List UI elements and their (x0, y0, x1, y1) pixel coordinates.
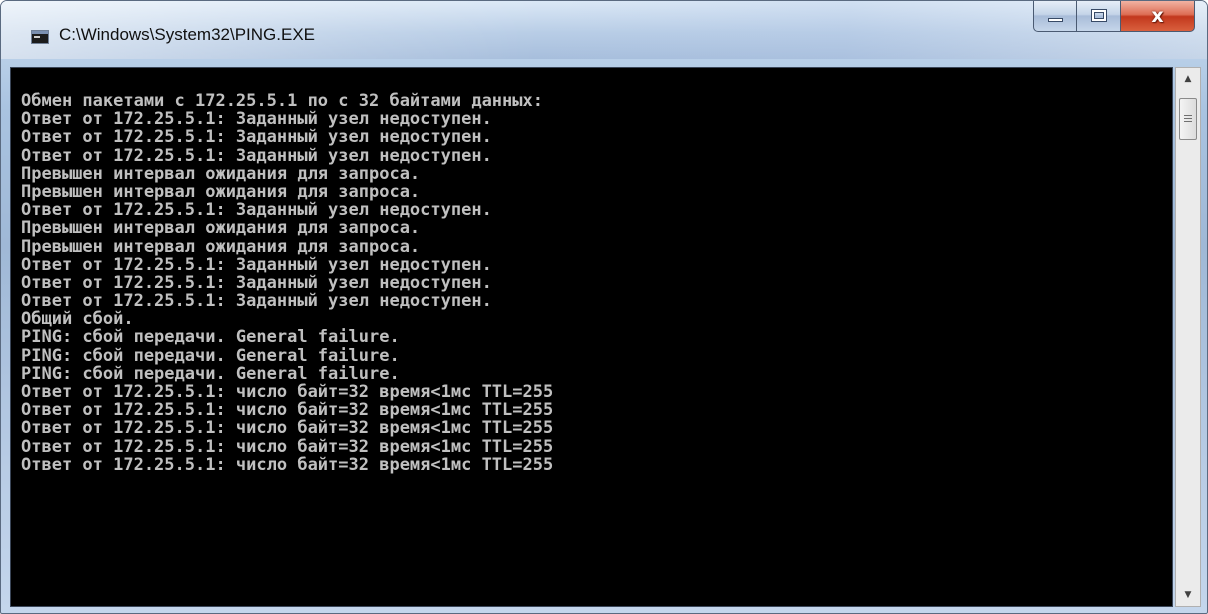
close-button[interactable]: x (1121, 1, 1195, 32)
vertical-scrollbar[interactable]: ▲ ▼ (1175, 67, 1201, 607)
console-line: Ответ от 172.25.5.1: число байт=32 время… (21, 382, 554, 402)
minimize-icon (1048, 18, 1063, 22)
console-line: Ответ от 172.25.5.1: число байт=32 время… (21, 400, 554, 421)
console-line: Ответ от 172.25.5.1: Заданный узел недос… (21, 291, 492, 312)
console-line: Ответ от 172.25.5.1: число байт=32 время… (21, 454, 554, 475)
console-line: Ответ от 172.25.5.1: Заданный узел недос… (21, 145, 492, 166)
title-bar[interactable]: C:\Windows\System32\PING.EXE x (1, 1, 1207, 59)
console-line: Обмен пакетами с 172.25.5.1 по с 32 байт… (21, 91, 543, 111)
console-line: Ответ от 172.25.5.1: Заданный узел недос… (21, 127, 492, 148)
console-window: C:\Windows\System32\PING.EXE x Обмен пак… (0, 0, 1208, 614)
thumb-grip-line (1184, 118, 1192, 119)
console-line: PING: сбой передачи. General failure. (21, 327, 400, 348)
console-line: PING: сбой передачи. General failure. (21, 363, 400, 384)
maximize-icon (1091, 9, 1107, 22)
close-icon: x (1151, 5, 1164, 27)
console-app-icon[interactable] (31, 30, 49, 44)
console-line: Превышен интервал ожидания для запроса. (21, 163, 421, 184)
console-line: Общий сбой. (21, 309, 134, 330)
console-line: Ответ от 172.25.5.1: Заданный узел недос… (21, 272, 492, 293)
console-line: Превышен интервал ожидания для запроса. (21, 236, 421, 257)
console-line: Ответ от 172.25.5.1: Заданный узел недос… (21, 109, 492, 130)
console-line: Ответ от 172.25.5.1: Заданный узел недос… (21, 254, 492, 275)
scroll-down-arrow-icon[interactable]: ▼ (1176, 584, 1200, 606)
console-line: PING: сбой передачи. General failure. (21, 345, 400, 366)
console-output[interactable]: Обмен пакетами с 172.25.5.1 по с 32 байт… (10, 67, 1173, 607)
console-line: Превышен интервал ожидания для запроса. (21, 181, 421, 202)
console-line: Ответ от 172.25.5.1: число байт=32 время… (21, 436, 554, 457)
scroll-up-arrow-icon[interactable]: ▲ (1176, 68, 1200, 90)
window-title: C:\Windows\System32\PING.EXE (59, 25, 316, 44)
maximize-button[interactable] (1077, 1, 1121, 32)
console-lines: Обмен пакетами с 172.25.5.1 по с 32 байт… (21, 92, 553, 474)
thumb-grip-line (1184, 121, 1192, 122)
minimize-button[interactable] (1033, 1, 1077, 32)
caption-buttons: x (1033, 1, 1195, 32)
console-line: Ответ от 172.25.5.1: число байт=32 время… (21, 418, 554, 439)
thumb-grip-line (1184, 115, 1192, 116)
scroll-thumb[interactable] (1179, 98, 1197, 140)
console-line: Ответ от 172.25.5.1: Заданный узел недос… (21, 200, 492, 221)
console-line: Превышен интервал ожидания для запроса. (21, 218, 421, 239)
